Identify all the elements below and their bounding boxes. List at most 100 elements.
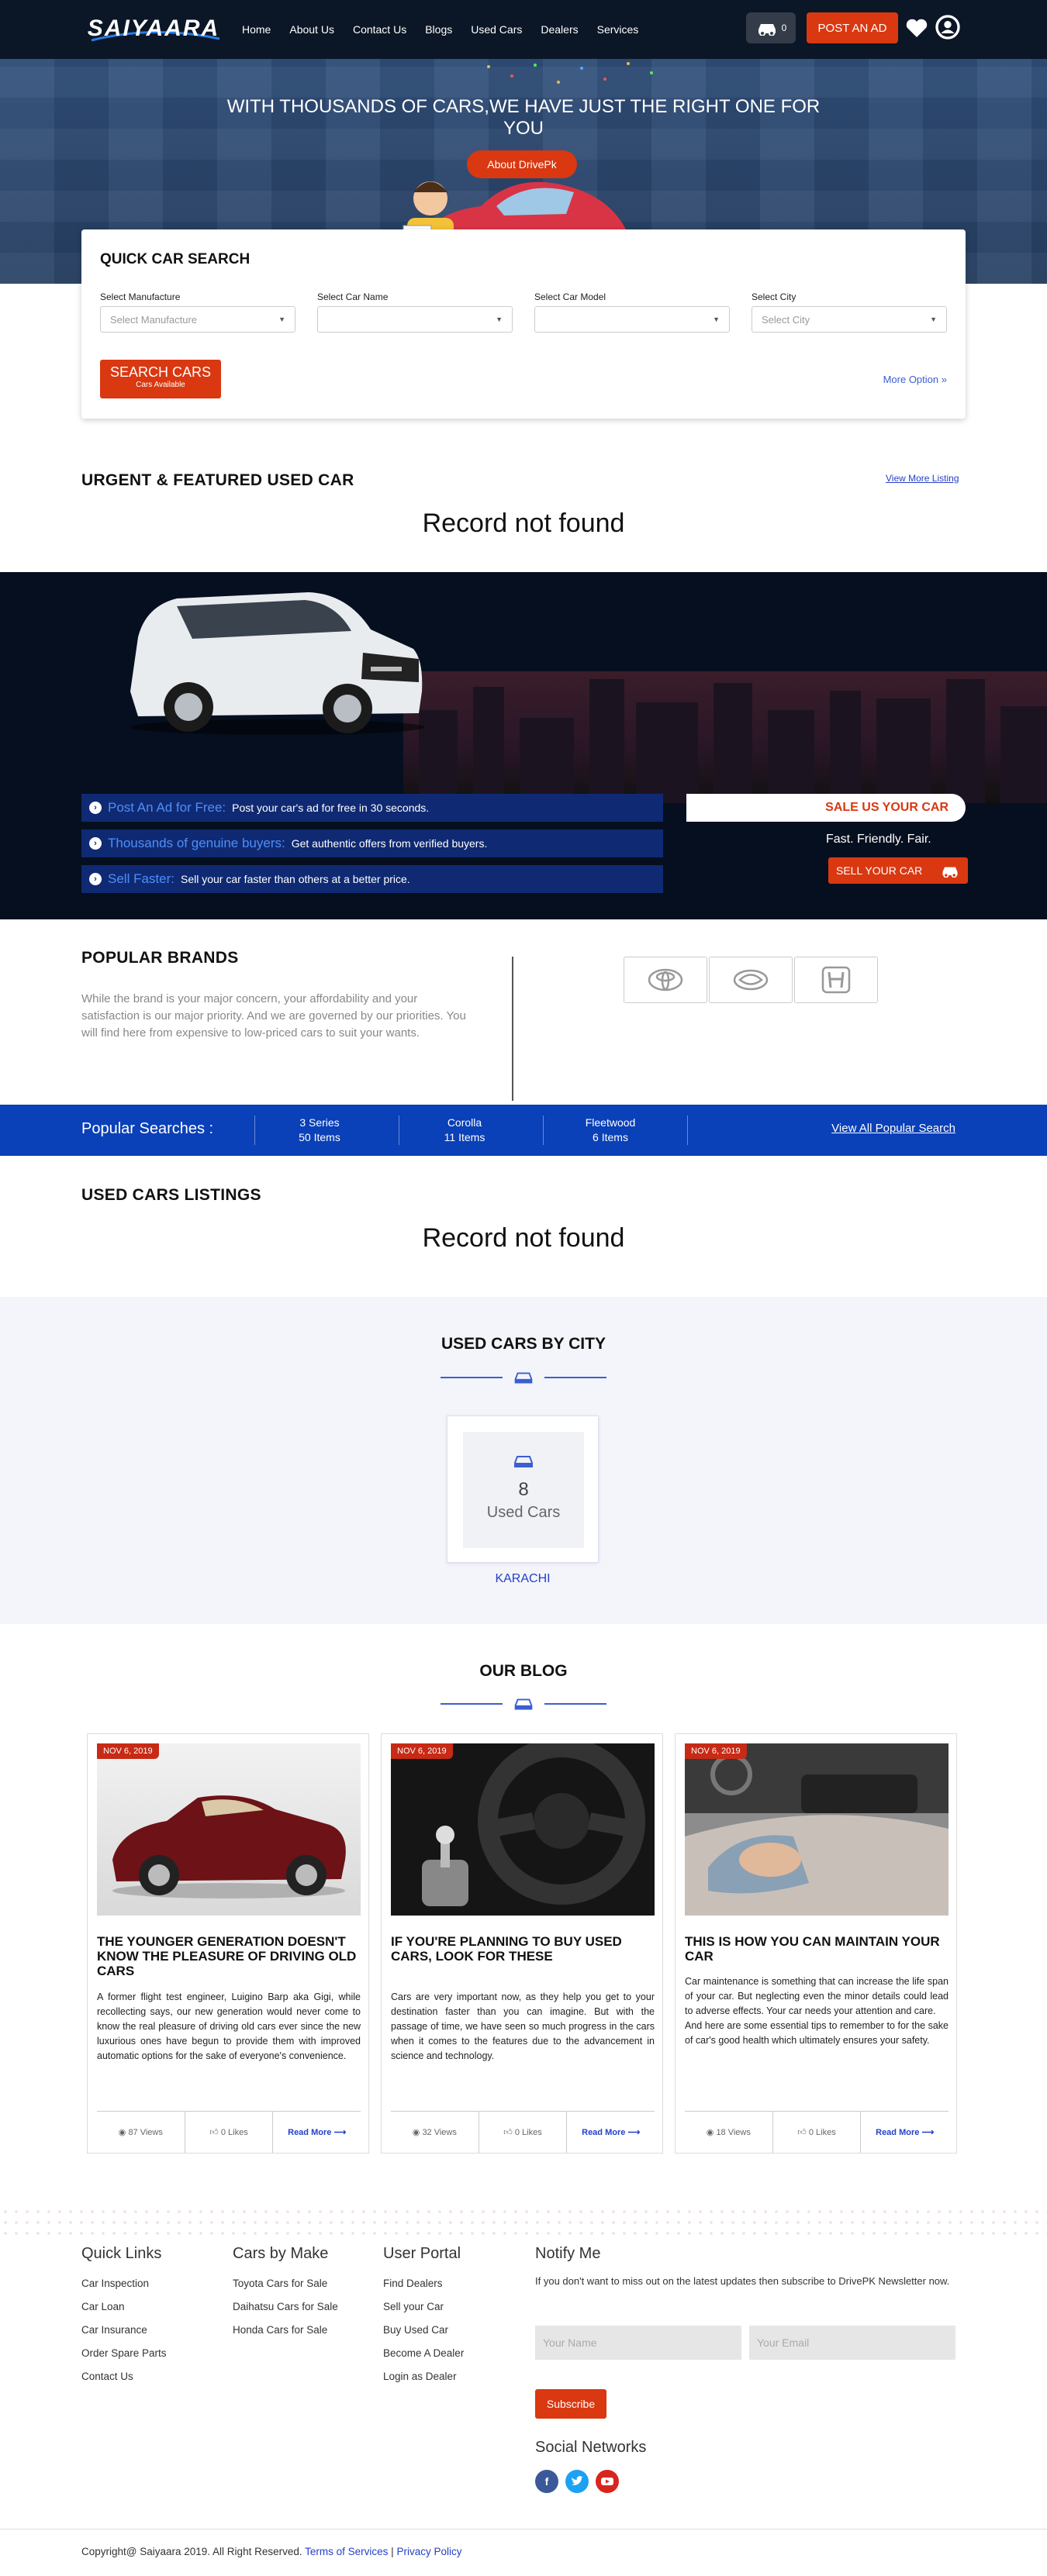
main-nav: Home About Us Contact Us Blogs Used Cars… — [233, 0, 648, 59]
city-name-link[interactable]: KARACHI — [447, 1572, 599, 1586]
footer-link[interactable]: Daihatsu Cars for Sale — [233, 2295, 338, 2319]
blog-likes[interactable]: 👍︎ 0 Likes — [773, 2112, 862, 2153]
popular-searches-bar: Popular Searches : 3 Series 50 Items Coro… — [0, 1105, 1047, 1156]
nav-services[interactable]: Services — [588, 0, 648, 59]
blog-footer: ◉ 32 Views 👍︎ 0 Likes Read More ⟶ — [391, 2111, 655, 2153]
brand-toyota[interactable] — [624, 957, 707, 1003]
popular-search-item[interactable]: 3 Series 50 Items — [254, 1116, 385, 1145]
suv-car-image — [130, 592, 425, 735]
subscribe-button[interactable]: Subscribe — [535, 2389, 606, 2419]
nav-used-cars[interactable]: Used Cars — [461, 0, 531, 59]
post-an-ad-button[interactable]: POST AN AD — [807, 12, 898, 43]
listings-empty-message: Record not found — [422, 1223, 625, 1253]
chevron-right-circle-icon: › — [89, 837, 102, 850]
read-more-link[interactable]: Read More ⟶ — [567, 2112, 655, 2153]
logo[interactable]: SAIYAARA — [84, 9, 223, 48]
read-more-label: Read More — [876, 2127, 920, 2137]
nav-contact-us[interactable]: Contact Us — [344, 0, 416, 59]
blog-likes[interactable]: 👍︎ 0 Likes — [185, 2112, 274, 2153]
city-car-label: Used Cars — [486, 1504, 561, 1521]
blog-views-count: 32 Views — [422, 2127, 457, 2137]
car-name-select[interactable]: ▼ — [317, 306, 513, 333]
newsletter-name-input[interactable]: Your Name — [535, 2326, 741, 2360]
brand-honda[interactable] — [794, 957, 878, 1003]
car-icon — [514, 1698, 533, 1710]
blog-image-red-classic-car[interactable]: NOV 6, 2019 — [97, 1743, 361, 1916]
footer-link[interactable]: Order Spare Parts — [81, 2342, 167, 2365]
sell-your-car-button[interactable]: SELL YOUR CAR — [828, 857, 968, 884]
city-card-karachi[interactable]: 8 Used Cars — [447, 1416, 599, 1563]
compare-cars-button[interactable]: 0 — [746, 12, 796, 43]
footer-link[interactable]: Sell your Car — [383, 2295, 464, 2319]
facebook-icon[interactable]: f — [535, 2470, 558, 2493]
quick-search-title: QUICK CAR SEARCH — [100, 251, 251, 267]
view-all-popular-search-link[interactable]: View All Popular Search — [831, 1122, 955, 1135]
car-icon — [514, 1456, 533, 1467]
used-cars-by-city-title: USED CARS BY CITY — [441, 1335, 606, 1353]
user-account-icon[interactable] — [935, 15, 960, 40]
arrow-right-icon: ⟶ — [333, 2128, 347, 2137]
eye-icon: ◉ — [706, 2128, 717, 2137]
nav-about-us[interactable]: About Us — [280, 0, 344, 59]
footer-link[interactable]: Car Inspection — [81, 2272, 167, 2295]
user-portal-title: User Portal — [383, 2245, 461, 2262]
popular-search-count: 11 Items — [444, 1131, 485, 1143]
blog-footer: ◉ 87 Views 👍︎ 0 Likes Read More ⟶ — [97, 2111, 361, 2153]
brand-daihatsu[interactable] — [709, 957, 793, 1003]
newsletter-email-input[interactable]: Your Email — [749, 2326, 955, 2360]
popular-search-item[interactable]: Fleetwood 6 Items — [544, 1116, 676, 1145]
footer-link[interactable]: Login as Dealer — [383, 2365, 464, 2388]
footer-link[interactable]: Find Dealers — [383, 2272, 464, 2295]
sell-your-car-label: SELL YOUR CAR — [836, 864, 923, 877]
blog-title[interactable]: IF YOU'RE PLANNING TO BUY USED CARS, LOO… — [391, 1934, 655, 1964]
heart-icon[interactable] — [904, 16, 929, 40]
blog-title[interactable]: THE YOUNGER GENERATION DOESN'T KNOW THE … — [97, 1934, 361, 1978]
social-networks-title: Social Networks — [535, 2439, 647, 2456]
more-option-link[interactable]: More Option » — [883, 374, 947, 385]
nav-home[interactable]: Home — [233, 0, 280, 59]
popular-search-name: Fleetwood — [585, 1116, 636, 1129]
manufacture-select[interactable]: Select Manufacture ▼ — [100, 306, 295, 333]
sell-your-car-banner: › Post An Ad for Free: Post your car's a… — [0, 572, 1047, 919]
blog-date: NOV 6, 2019 — [97, 1743, 159, 1759]
footer-link[interactable]: Honda Cars for Sale — [233, 2319, 338, 2342]
popular-search-item[interactable]: Corolla 11 Items — [399, 1116, 530, 1145]
blog-card: NOV 6, 2019 THE YOUNGER GENERATION DOESN… — [87, 1733, 369, 2154]
terms-of-services-link[interactable]: Terms of Services — [305, 2546, 388, 2557]
youtube-icon[interactable] — [596, 2470, 619, 2493]
more-option-label: More Option — [883, 374, 939, 385]
footer-link[interactable]: Toyota Cars for Sale — [233, 2272, 338, 2295]
privacy-policy-link[interactable]: Privacy Policy — [396, 2546, 461, 2557]
car-model-select[interactable]: ▼ — [534, 306, 730, 333]
read-more-label: Read More — [288, 2127, 332, 2137]
read-more-link[interactable]: Read More ⟶ — [273, 2112, 361, 2153]
city-select[interactable]: Select City ▼ — [752, 306, 947, 333]
view-more-listing-link[interactable]: View More Listing — [886, 473, 959, 484]
read-more-link[interactable]: Read More ⟶ — [861, 2112, 949, 2153]
thumbs-up-icon: 👍︎ — [503, 2128, 515, 2137]
notify-column: Notify Me If you don't want to miss out … — [535, 2245, 954, 2291]
quick-links-title: Quick Links — [81, 2245, 162, 2262]
footer-link[interactable]: Car Insurance — [81, 2319, 167, 2342]
footer-link[interactable]: Car Loan — [81, 2295, 167, 2319]
footer-link[interactable]: Contact Us — [81, 2365, 167, 2388]
nav-blogs[interactable]: Blogs — [416, 0, 461, 59]
blog-image-steering-wheel[interactable]: NOV 6, 2019 — [391, 1743, 655, 1916]
blog-image-cleaning-dashboard[interactable]: NOV 6, 2019 — [685, 1743, 949, 1916]
car-model-label: Select Car Model — [534, 291, 606, 302]
footer-link[interactable]: Buy Used Car — [383, 2319, 464, 2342]
user-portal-column: User Portal Find Dealers Sell your Car B… — [383, 2245, 464, 2388]
blog-likes[interactable]: 👍︎ 0 Likes — [479, 2112, 568, 2153]
city-skyline-image — [403, 671, 1047, 803]
search-cars-button[interactable]: SEARCH CARS Cars Available — [100, 360, 221, 398]
footer-link[interactable]: Become A Dealer — [383, 2342, 464, 2365]
twitter-icon[interactable] — [565, 2470, 589, 2493]
double-chevron-down-icon: » — [941, 374, 947, 385]
about-drivepk-button[interactable]: About DrivePk — [467, 150, 577, 178]
hero-title: WITH THOUSANDS OF CARS,WE HAVE JUST THE … — [226, 96, 821, 139]
nav-dealers[interactable]: Dealers — [531, 0, 587, 59]
blog-likes-count: 0 Likes — [808, 2127, 836, 2137]
copyright-text: Copyright@ Saiyaara 2019. All Right Rese… — [81, 2546, 302, 2557]
cars-available-label: Cars Available — [136, 381, 185, 389]
blog-title[interactable]: THIS IS HOW YOU CAN MAINTAIN YOUR CAR — [685, 1934, 949, 1964]
